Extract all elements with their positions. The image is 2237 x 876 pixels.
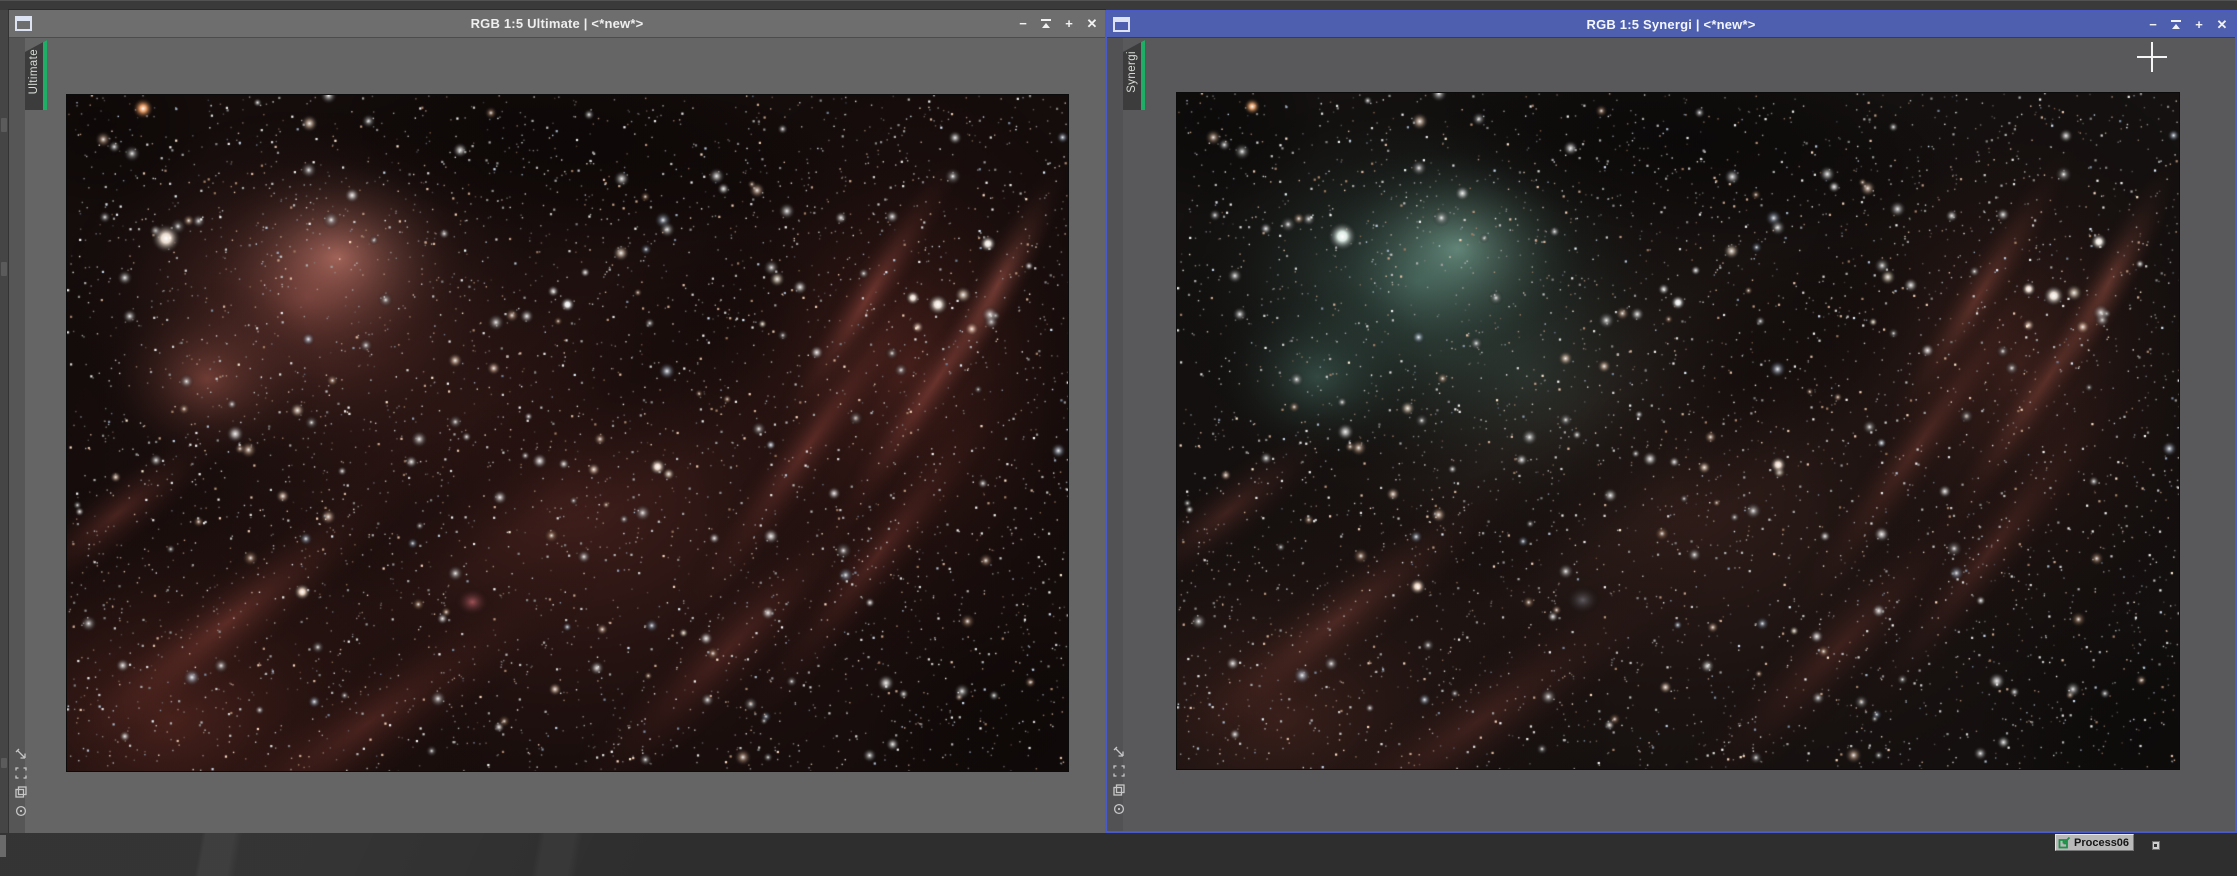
shade-icon bbox=[2171, 20, 2181, 30]
shade-button[interactable] bbox=[1039, 17, 1053, 31]
process-instance-icon bbox=[2058, 836, 2071, 849]
image-view-area: Ultimate bbox=[9, 38, 1105, 833]
astro-image-frame bbox=[66, 94, 1069, 772]
view-tab-rail bbox=[1107, 38, 1123, 831]
close-button[interactable]: ✕ bbox=[1085, 17, 1099, 31]
window-title: RGB 1:5 Ultimate | <*new*> bbox=[9, 16, 1105, 31]
fit-frame-icon bbox=[1111, 763, 1127, 779]
process-badge-label: Process06 bbox=[2074, 837, 2129, 849]
view-tab-label: Ultimate bbox=[28, 49, 40, 100]
workspace-bottom-strip bbox=[0, 833, 2237, 876]
circle-dot-icon bbox=[13, 803, 29, 819]
maximize-button[interactable]: + bbox=[2192, 18, 2206, 32]
panel-grip[interactable] bbox=[0, 835, 6, 857]
astro-image-canvas-ultimate[interactable] bbox=[67, 95, 1068, 771]
titlebar[interactable]: RGB 1:5 Synergi | <*new*> − + ✕ bbox=[1107, 12, 2235, 38]
window-title: RGB 1:5 Synergi | <*new*> bbox=[1107, 17, 2235, 32]
view-tab-synergi[interactable]: Synergi bbox=[1123, 40, 1145, 110]
target-button[interactable] bbox=[1111, 801, 1127, 817]
circle-dot-icon bbox=[1111, 801, 1127, 817]
duplicate-view-button[interactable] bbox=[13, 784, 29, 800]
titlebar[interactable]: RGB 1:5 Ultimate | <*new*> − + ✕ bbox=[9, 10, 1105, 38]
overlap-squares-icon bbox=[1111, 782, 1127, 798]
image-window-ultimate: RGB 1:5 Ultimate | <*new*> − + ✕ Ultimat… bbox=[9, 10, 1105, 833]
close-button[interactable]: ✕ bbox=[2215, 18, 2229, 32]
target-button[interactable] bbox=[13, 803, 29, 819]
view-tab-label: Synergi bbox=[1126, 51, 1138, 99]
image-view-area: Synergi bbox=[1107, 38, 2235, 831]
view-tab-rail bbox=[9, 38, 25, 833]
minimize-button[interactable]: − bbox=[2146, 18, 2160, 32]
astro-image-canvas-synergi[interactable] bbox=[1177, 93, 2179, 769]
badge-grip[interactable] bbox=[2152, 841, 2160, 850]
workspace-top-strip bbox=[0, 0, 2237, 10]
diagonal-arrow-icon bbox=[1111, 744, 1127, 760]
fit-view-button[interactable] bbox=[13, 765, 29, 781]
overlap-squares-icon bbox=[13, 784, 29, 800]
panel-grip[interactable] bbox=[1, 262, 7, 276]
workspace: { "workspace": { "process_badge_label": … bbox=[0, 0, 2237, 876]
maximize-button[interactable]: + bbox=[1062, 17, 1076, 31]
duplicate-view-button[interactable] bbox=[1111, 782, 1127, 798]
shade-icon bbox=[1041, 19, 1051, 29]
astro-image-frame bbox=[1176, 92, 2180, 770]
diagonal-arrow-icon bbox=[13, 746, 29, 762]
workspace-left-strip bbox=[0, 10, 9, 833]
pan-arrow-button[interactable] bbox=[13, 746, 29, 762]
view-tab-ultimate[interactable]: Ultimate bbox=[25, 40, 47, 110]
pan-arrow-button[interactable] bbox=[1111, 744, 1127, 760]
panel-grip[interactable] bbox=[1, 758, 7, 768]
image-window-synergi: RGB 1:5 Synergi | <*new*> − + ✕ Synergi bbox=[1105, 10, 2237, 833]
fit-view-button[interactable] bbox=[1111, 763, 1127, 779]
process-icon-badge[interactable]: Process06 bbox=[2055, 834, 2134, 851]
shade-button[interactable] bbox=[2169, 18, 2183, 32]
minimize-button[interactable]: − bbox=[1016, 17, 1030, 31]
panel-grip[interactable] bbox=[1, 118, 7, 132]
fit-frame-icon bbox=[13, 765, 29, 781]
